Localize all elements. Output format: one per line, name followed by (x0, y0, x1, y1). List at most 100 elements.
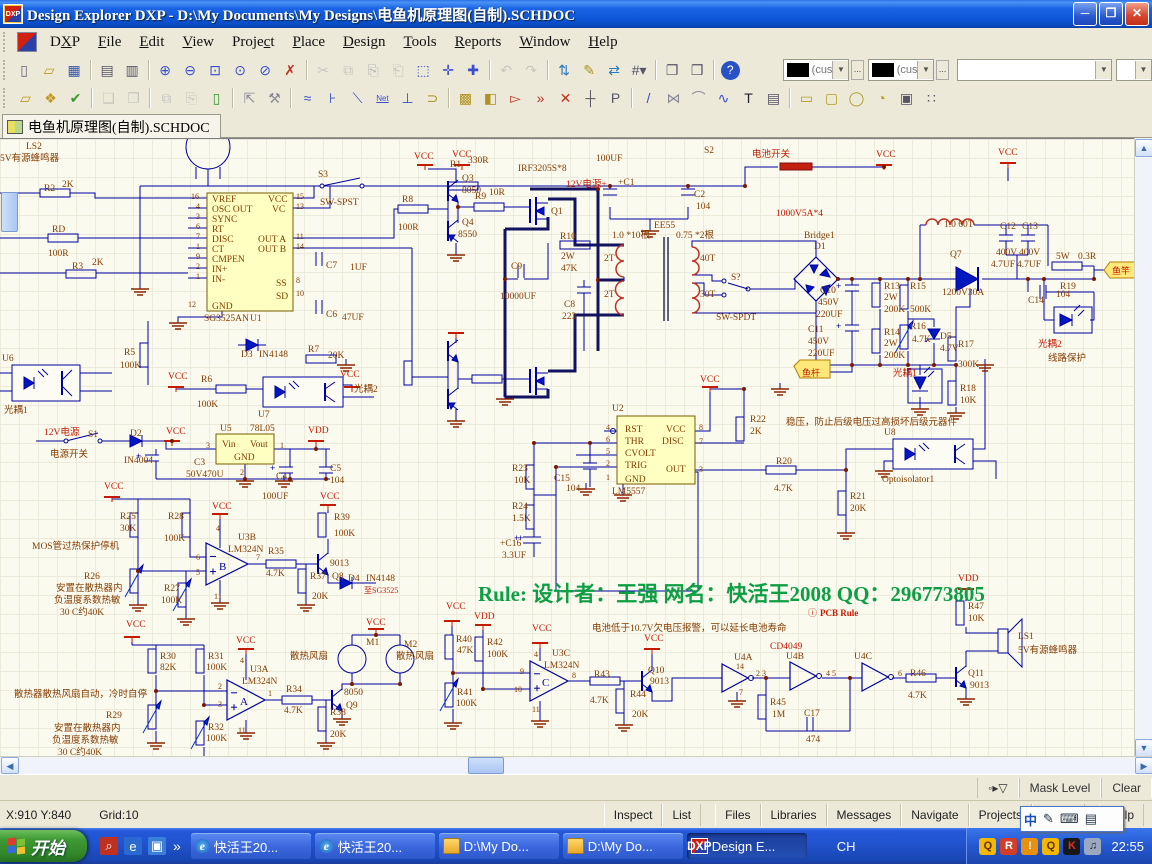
menu-file[interactable]: File (89, 31, 130, 54)
menu-window[interactable]: Window (510, 31, 579, 54)
place-net-label-icon[interactable]: Net (370, 86, 395, 110)
up-hierarchy-icon[interactable]: ⇱ (237, 86, 262, 110)
quick-launch-chevron[interactable]: » (173, 838, 181, 854)
place-text-frame-icon[interactable]: ▤ (761, 86, 786, 110)
panel-button-libraries[interactable]: Libraries (761, 804, 827, 826)
draw-line-icon[interactable]: / (636, 86, 661, 110)
browse-schematic-library-icon[interactable]: ❐ (660, 58, 685, 82)
scroll-right-button[interactable]: ▶ (1135, 757, 1152, 774)
place-port-icon[interactable]: ▻ (503, 86, 528, 110)
language-bar-popup[interactable]: 中 ✎ ⌨ ▤ (1020, 806, 1124, 832)
scroll-up-button[interactable]: ▲ (1135, 139, 1152, 157)
place-array-icon[interactable]: ∷ (919, 86, 944, 110)
menu-project[interactable]: Project (223, 31, 284, 54)
menu-dxp[interactable]: DXP (41, 31, 89, 54)
toolbar1-grip[interactable] (3, 60, 9, 80)
panel-button-navigate[interactable]: Navigate (901, 804, 968, 826)
vertical-scrollbar[interactable] (1134, 138, 1152, 756)
qq-tray-icon[interactable]: Q (979, 838, 996, 855)
title-bar[interactable]: DXP Design Explorer DXP - D:\My Document… (0, 0, 1152, 28)
vertical-scroll-thumb[interactable] (1, 192, 18, 232)
filter-state-icon[interactable]: ◦▸▽ (977, 778, 1019, 798)
color-combo-1[interactable]: (cus▼ (783, 59, 850, 81)
draw-polygon-icon[interactable]: ⋈ (661, 86, 686, 110)
save-document-icon[interactable]: ▦ (62, 58, 87, 82)
clear-filter-icon[interactable]: ✗ (278, 58, 303, 82)
place-text-icon[interactable]: T (736, 86, 761, 110)
annotate-icon[interactable]: ✎ (577, 58, 602, 82)
place-wire-icon[interactable]: ≈ (295, 86, 320, 110)
browse-pcb-library-icon[interactable]: ❒ (685, 58, 710, 82)
zoom-area-icon[interactable]: ⊡ (203, 58, 228, 82)
panel-button-list[interactable]: List (662, 804, 701, 826)
toolbar2-grip[interactable] (3, 88, 10, 108)
open-document-icon[interactable]: ▱ (37, 58, 62, 82)
close-button[interactable]: ✕ (1125, 2, 1149, 26)
move-selection-icon[interactable]: ✛ (436, 58, 461, 82)
draw-ellipse-icon[interactable]: ◯ (844, 86, 869, 110)
minimize-button[interactable]: ─ (1073, 2, 1097, 26)
place-no-erc-icon[interactable]: ✕ (553, 86, 578, 110)
zoom-document-icon[interactable]: ⊙ (228, 58, 253, 82)
volume-tray-icon[interactable]: ♫ (1084, 838, 1101, 855)
taskbar-task-4[interactable]: DXPDesign E... (687, 833, 807, 859)
zoom-out-icon[interactable]: ⊖ (178, 58, 203, 82)
schematic-canvas[interactable]: +++++++LS25V有源蜂鸣器S3SW-SPSTR1330R100UF+C1… (0, 138, 1134, 757)
dxp-logo-icon[interactable] (17, 32, 37, 52)
draw-bezier-icon[interactable]: ∿ (711, 86, 736, 110)
menu-help[interactable]: Help (579, 31, 626, 54)
search-quick-icon[interactable]: ⌕ (100, 837, 118, 855)
grid-settings-icon[interactable]: #▾ (627, 58, 652, 82)
zoom-selection-icon[interactable]: ⊘ (253, 58, 278, 82)
renumber-icon[interactable]: ⇄ (602, 58, 627, 82)
scroll-left-button[interactable]: ◀ (1, 757, 19, 774)
maximize-button[interactable]: ❐ (1099, 2, 1123, 26)
document-tab[interactable]: 电鱼机原理图(自制).SCHDOC (2, 114, 221, 138)
draw-pie-icon[interactable]: ◔ (869, 86, 894, 110)
menu-edit[interactable]: Edit (130, 31, 173, 54)
crosshair-icon[interactable]: ✚ (461, 58, 486, 82)
place-bus-icon[interactable]: ⊦ (320, 86, 345, 110)
messenger-tray-icon[interactable]: R (1000, 838, 1017, 855)
help-icon[interactable]: ? (721, 61, 740, 80)
place-graphic-icon[interactable]: ▣ (894, 86, 919, 110)
open-any-document-icon[interactable]: ❖ (38, 86, 63, 110)
langbar-icon-3[interactable]: ▤ (1085, 811, 1097, 827)
draw-round-rectangle-icon[interactable]: ▢ (819, 86, 844, 110)
color-dots-2[interactable]: ... (936, 60, 948, 80)
menu-view[interactable]: View (173, 31, 223, 54)
place-off-sheet-icon[interactable]: » (528, 86, 553, 110)
new-sheet-icon[interactable]: ▱ (13, 86, 38, 110)
print-icon[interactable]: ▤ (95, 58, 120, 82)
langbar-icon-1[interactable]: ✎ (1043, 811, 1054, 827)
color-combo-2[interactable]: (cus▼ (868, 59, 935, 81)
taskbar-task-3[interactable]: D:\My Do... (563, 833, 683, 859)
desktop-quick-icon[interactable]: ▣ (148, 837, 166, 855)
place-bus-entry-icon[interactable]: ⟍ (345, 86, 370, 110)
horizontal-scroll-thumb[interactable] (468, 757, 504, 774)
place-pcb-rule-icon[interactable]: P (603, 86, 628, 110)
clear-button[interactable]: Clear (1101, 778, 1152, 798)
menubar-grip[interactable] (3, 32, 10, 52)
draw-arc-icon[interactable]: ⌒ (686, 86, 711, 110)
menu-design[interactable]: Design (334, 31, 395, 54)
langbar-icon-2[interactable]: ⌨ (1060, 811, 1079, 827)
place-sheet-entry-icon[interactable]: ◧ (478, 86, 503, 110)
mask-level-button[interactable]: Mask Level (1019, 778, 1102, 798)
kaspersky-tray-icon[interactable]: K (1063, 838, 1080, 855)
document-options-icon[interactable]: ▯ (204, 86, 229, 110)
qq2-tray-icon[interactable]: Q (1042, 838, 1059, 855)
start-button[interactable]: 开始 (0, 830, 87, 862)
langbar-icon-0[interactable]: 中 (1024, 810, 1037, 829)
draw-rectangle-icon[interactable]: ▭ (794, 86, 819, 110)
print-preview-icon[interactable]: ▥ (120, 58, 145, 82)
language-indicator[interactable]: CH (829, 835, 864, 858)
filter-combo[interactable]: ▼ (957, 59, 1113, 81)
schematic-drawing[interactable]: +++++++LS25V有源蜂鸣器S3SW-SPSTR1330R100UF+C1… (0, 139, 1134, 757)
place-power-port-icon[interactable]: ⊥ (395, 86, 420, 110)
scroll-down-button[interactable]: ▼ (1135, 739, 1152, 757)
color-dots-1[interactable]: ... (851, 60, 863, 80)
select-area-icon[interactable]: ⬚ (411, 58, 436, 82)
save-all-icon[interactable]: ✔ (63, 86, 88, 110)
taskbar-task-2[interactable]: D:\My Do... (439, 833, 559, 859)
